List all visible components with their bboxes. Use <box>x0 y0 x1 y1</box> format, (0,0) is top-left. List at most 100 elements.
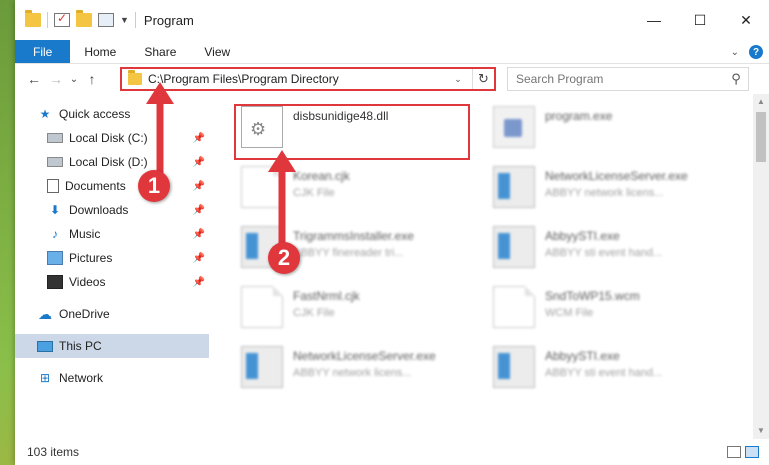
file-type: CJK File <box>293 307 335 319</box>
recent-locations-button[interactable]: ⌄ <box>67 74 81 85</box>
file-name: NetworkLicenseServer.exe <box>545 169 688 183</box>
up-button[interactable]: ↑ <box>81 71 103 87</box>
tab-file[interactable]: File <box>15 40 71 63</box>
address-dropdown-button[interactable]: ⌄ <box>450 74 466 85</box>
file-item[interactable]: program.exe <box>487 102 717 158</box>
pin-icon[interactable]: 📌 <box>193 133 205 144</box>
file-item[interactable]: NetworkLicenseServer.exe ABBYY network li… <box>235 342 465 398</box>
pin-icon[interactable]: 📌 <box>193 157 205 168</box>
sidebar-item-quick-access[interactable]: ★ Quick access <box>15 102 209 126</box>
address-row: ← → ⌄ ↑ C:\Program Files\Program Directo… <box>15 64 769 94</box>
documents-icon <box>47 179 59 193</box>
address-path[interactable]: C:\Program Files\Program Directory <box>148 72 444 86</box>
scroll-down-icon[interactable]: ▼ <box>753 423 769 439</box>
back-button[interactable]: ← <box>23 71 45 87</box>
address-bar[interactable]: C:\Program Files\Program Directory ⌄ ↻ <box>120 67 496 91</box>
sidebar-item-local-disk-d[interactable]: Local Disk (D:) 📌 <box>15 150 209 174</box>
pin-icon[interactable]: 📌 <box>193 229 205 240</box>
file-explorer-window: ▼ Program — ☐ ✕ File Home Share View ⌄ ?… <box>15 0 769 465</box>
customize-toolbar-caret-icon[interactable]: ▼ <box>120 15 129 25</box>
tab-view[interactable]: View <box>190 40 244 63</box>
sidebar-item-videos[interactable]: Videos 📌 <box>15 270 209 294</box>
pictures-icon <box>47 251 63 265</box>
exe-icon <box>493 346 535 388</box>
pin-icon[interactable]: 📌 <box>193 277 205 288</box>
window-title: Program <box>143 12 194 28</box>
sidebar-item-pictures[interactable]: Pictures 📌 <box>15 246 209 270</box>
file-item[interactable]: Korean.cjk CJK File <box>235 162 465 218</box>
sidebar-item-label: Local Disk (D:) <box>69 155 148 169</box>
file-item[interactable]: SndToWP15.wcm WCM File <box>487 282 717 338</box>
exe-icon <box>241 346 283 388</box>
drive-icon <box>47 157 63 167</box>
properties-check-icon[interactable] <box>54 11 70 27</box>
title-bar: ▼ Program — ☐ ✕ <box>15 0 769 40</box>
downloads-icon: ⬇ <box>49 203 61 217</box>
details-view-icon[interactable] <box>727 446 741 458</box>
program-exe-icon <box>493 106 535 148</box>
file-name: SndToWP15.wcm <box>545 289 640 303</box>
sidebar-item-downloads[interactable]: ⬇ Downloads 📌 <box>15 198 209 222</box>
help-icon[interactable]: ? <box>749 45 763 59</box>
sidebar-item-label: This PC <box>59 339 102 353</box>
vertical-scrollbar[interactable]: ▲ ▼ <box>753 94 769 439</box>
dll-highlight-box <box>234 104 470 160</box>
step-2-marker: 2 <box>268 242 300 274</box>
file-icon <box>493 286 535 328</box>
search-box[interactable]: ⚲ <box>507 67 749 91</box>
sidebar-item-label: Network <box>59 371 104 385</box>
file-item[interactable]: AbbyySTI.exe ABBYY sti event hand... <box>487 222 717 278</box>
large-icons-view-icon[interactable] <box>745 446 759 458</box>
sidebar-item-music[interactable]: ♪ Music 📌 <box>15 222 209 246</box>
sidebar-item-label: Documents <box>65 179 126 193</box>
toolbar-separator <box>134 12 136 28</box>
network-icon: ⊞ <box>39 371 51 385</box>
close-button[interactable]: ✕ <box>723 0 769 40</box>
sidebar-item-documents[interactable]: Documents 📌 <box>15 174 209 198</box>
sidebar-item-network[interactable]: ⊞ Network <box>15 366 209 390</box>
new-folder-icon[interactable] <box>76 10 92 27</box>
folder-icon <box>25 10 41 27</box>
file-icon <box>241 286 283 328</box>
sidebar-item-label: Local Disk (C:) <box>69 131 148 145</box>
item-count: 103 items <box>27 445 80 459</box>
drive-icon <box>47 133 63 143</box>
videos-icon <box>47 275 63 289</box>
sidebar-item-label: Videos <box>69 275 106 289</box>
maximize-button[interactable]: ☐ <box>677 0 723 40</box>
file-item[interactable]: AbbyySTI.exe ABBYY sti event hand... <box>487 342 717 398</box>
toolbar-separator <box>47 12 48 28</box>
file-name: FastNrml.cjk <box>293 289 360 303</box>
music-icon: ♪ <box>52 227 58 241</box>
file-item[interactable]: NetworkLicenseServer.exe ABBYY network li… <box>487 162 717 218</box>
navigation-pane: ★ Quick access Local Disk (C:) 📌 Local D… <box>15 94 209 439</box>
file-item[interactable]: FastNrml.cjk CJK File <box>235 282 465 338</box>
file-type: CJK File <box>293 187 335 199</box>
folder-icon <box>128 70 142 85</box>
sidebar-item-this-pc[interactable]: This PC <box>15 334 209 358</box>
file-name: TrigrammsInstaller.exe <box>293 229 414 243</box>
minimize-button[interactable]: — <box>631 0 677 40</box>
forward-button[interactable]: → <box>45 71 67 87</box>
refresh-button[interactable]: ↻ <box>472 69 494 89</box>
sidebar-item-label: OneDrive <box>59 307 110 321</box>
scroll-up-icon[interactable]: ▲ <box>753 94 769 110</box>
search-icon[interactable]: ⚲ <box>724 71 748 87</box>
status-bar: 103 items <box>15 439 769 465</box>
tab-share[interactable]: Share <box>130 40 190 63</box>
step-1-marker: 1 <box>138 170 170 202</box>
exe-icon <box>493 166 535 208</box>
sidebar-item-label: Quick access <box>59 107 131 121</box>
sidebar-item-local-disk-c[interactable]: Local Disk (C:) 📌 <box>15 126 209 150</box>
pin-icon[interactable]: 📌 <box>193 253 205 264</box>
pin-icon[interactable]: 📌 <box>193 205 205 216</box>
expand-ribbon-icon[interactable]: ⌄ <box>731 47 739 58</box>
pin-icon[interactable]: 📌 <box>193 181 205 192</box>
search-input[interactable] <box>516 72 724 86</box>
tab-home[interactable]: Home <box>70 40 130 63</box>
file-type: WCM File <box>545 307 594 319</box>
scroll-thumb[interactable] <box>756 112 766 162</box>
file-type: ABBYY sti event hand... <box>545 367 663 379</box>
properties-icon[interactable] <box>98 13 114 27</box>
sidebar-item-onedrive[interactable]: ☁ OneDrive <box>15 302 209 326</box>
